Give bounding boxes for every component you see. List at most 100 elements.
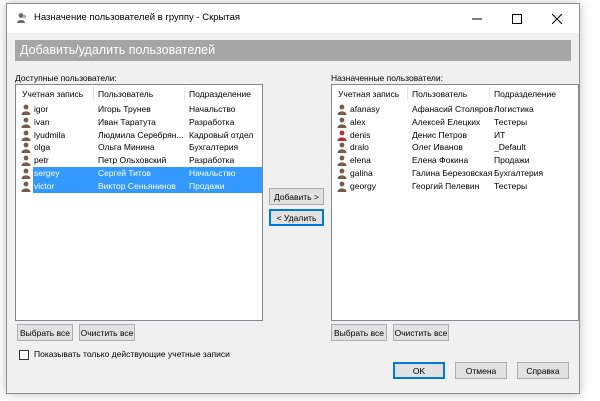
cell-user: Игорь Трунев — [98, 104, 151, 114]
table-row[interactable]: dralo Олег Иванов _Default — [332, 141, 578, 154]
cell-dept: Продажи — [494, 155, 530, 166]
column-header-user[interactable]: Пользователь — [412, 89, 467, 99]
table-row[interactable]: denis Денис Петров ИТ — [332, 129, 578, 142]
assigned-select-all-button[interactable]: Выбрать все — [331, 324, 387, 341]
close-button[interactable] — [537, 4, 577, 33]
close-icon — [552, 13, 562, 24]
minimize-icon — [472, 18, 482, 19]
dialog-window: Назначение пользователей в группу - Скры… — [6, 3, 580, 394]
cell-user: Георгий Пелевин — [412, 180, 480, 191]
table-row[interactable]: lyudmila Людмила Серебрян... Кадровый отде… — [16, 129, 262, 142]
table-row[interactable]: igor Игорь Трунев Начальство — [16, 103, 262, 116]
cell-dept: Кадровый отдел — [189, 129, 254, 140]
user-icon — [337, 117, 347, 128]
cell-account: lyudmila — [34, 129, 66, 140]
user-icon — [337, 142, 347, 154]
help-button[interactable]: Справка — [517, 362, 569, 379]
column-divider[interactable] — [489, 87, 490, 100]
cell-dept: Тестеры — [494, 180, 528, 191]
column-header-account[interactable]: Учетная запись — [338, 89, 399, 99]
cell-user: Людмила Серебрян... — [98, 129, 184, 140]
ok-button[interactable]: OK — [393, 362, 445, 379]
available-rows: igor Игорь Трунев Начальство ivan Иван Тарат… — [16, 103, 262, 193]
cell-dept: Бухгалтерия — [189, 142, 239, 153]
user-icon — [337, 168, 347, 179]
cell-user: Афанасий Столяров — [412, 104, 494, 114]
cell-user: Сергей Титов — [98, 167, 151, 178]
assigned-users-label: Назначенные пользователи: — [331, 73, 443, 83]
table-row[interactable]: georgy Георгий Пелевин Тестеры — [332, 180, 578, 193]
cell-account: elena — [350, 155, 371, 166]
column-header-department[interactable]: Подразделение — [189, 89, 251, 99]
cell-user: Иван Таратута — [98, 116, 156, 127]
column-divider[interactable] — [93, 87, 94, 100]
assigned-users-list[interactable]: Учетная запись Пользователь Подразделени… — [331, 84, 579, 321]
remove-button[interactable]: < Удалить — [269, 209, 324, 226]
banner-title: Добавить/удалить пользователей — [20, 43, 216, 57]
available-users-label: Доступные пользователи: — [15, 73, 117, 83]
column-divider[interactable] — [407, 87, 408, 100]
table-row[interactable]: olga Ольга Минина Бухгалтерия — [16, 141, 262, 154]
cell-user: Галина Березовская — [412, 167, 493, 178]
cell-user: Олег Иванов — [412, 142, 463, 153]
user-icon — [21, 130, 31, 141]
cell-dept: Начальство — [189, 167, 236, 178]
user-icon — [21, 142, 31, 154]
table-row[interactable]: sergey Сергей Титов Начальство — [16, 166, 262, 180]
table-row[interactable]: victor Виктор Сеньянинов Продажи — [16, 179, 262, 193]
cell-account: olga — [34, 142, 51, 153]
cell-dept: _Default — [494, 142, 526, 153]
maximize-icon — [512, 13, 522, 24]
cell-user: Денис Петров — [412, 129, 467, 140]
cell-account: igor — [34, 104, 49, 114]
cell-user: Елена Фокина — [412, 155, 469, 166]
cell-account: victor — [34, 180, 55, 191]
column-divider[interactable] — [184, 87, 185, 100]
cell-dept: Продажи — [189, 180, 225, 191]
table-row[interactable]: galina Галина Березовская Бухгалтерия — [332, 167, 578, 180]
active-only-checkbox[interactable] — [19, 350, 29, 360]
cell-user: Виктор Сеньянинов — [98, 180, 176, 191]
table-row[interactable]: petr Петр Ольховский Разработка — [16, 154, 262, 167]
user-icon — [21, 104, 31, 115]
cell-account: sergey — [34, 167, 60, 178]
active-only-label[interactable]: Показывать только действующие учетные за… — [34, 349, 230, 359]
cell-account: afanasy — [350, 104, 380, 114]
available-select-all-button[interactable]: Выбрать все — [17, 324, 73, 341]
cancel-button[interactable]: Отмена — [455, 362, 507, 379]
user-group-icon — [17, 13, 27, 23]
assigned-list-header: Учетная запись Пользователь Подразделени… — [332, 85, 578, 102]
user-icon — [21, 168, 31, 179]
user-icon — [337, 104, 347, 115]
minimize-button[interactable] — [457, 4, 497, 33]
cell-account: georgy — [350, 180, 376, 191]
table-row[interactable]: ivan Иван Таратута Разработка — [16, 116, 262, 129]
table-row[interactable]: elena Елена Фокина Продажи — [332, 154, 578, 167]
user-icon — [21, 181, 31, 192]
title-bar[interactable]: Назначение пользователей в группу - Скры… — [7, 4, 579, 33]
cell-account: alex — [350, 116, 366, 127]
table-row[interactable]: alex Алексей Елецких Тестеры — [332, 116, 578, 129]
user-icon — [21, 155, 31, 167]
cell-user: Ольга Минина — [98, 142, 155, 153]
cell-dept: ИТ — [494, 129, 506, 140]
assigned-clear-all-button[interactable]: Очистить все — [393, 324, 449, 341]
user-icon — [337, 181, 347, 192]
column-header-account[interactable]: Учетная запись — [22, 89, 83, 99]
maximize-button[interactable] — [497, 4, 537, 33]
cell-dept: Бухгалтерия — [494, 167, 544, 178]
column-header-user[interactable]: Пользователь — [98, 89, 153, 99]
add-button[interactable]: Добавить > — [269, 188, 324, 205]
cell-dept: Начальство — [189, 104, 236, 114]
available-users-list[interactable]: Учетная запись Пользователь Подразделени… — [15, 84, 263, 321]
available-clear-all-button[interactable]: Очистить все — [79, 324, 135, 341]
user-icon — [337, 130, 347, 141]
window-title: Назначение пользователей в группу - Скры… — [34, 12, 241, 23]
table-row[interactable]: afanasy Афанасий Столяров Логистика — [332, 103, 578, 116]
cell-account: galina — [350, 167, 373, 178]
assigned-rows: afanasy Афанасий Столяров Логистика alex Але… — [332, 103, 578, 193]
section-banner: Добавить/удалить пользователей — [15, 40, 571, 61]
column-header-department[interactable]: Подразделение — [494, 89, 556, 99]
user-icon — [21, 117, 31, 128]
available-list-header: Учетная запись Пользователь Подразделени… — [16, 85, 262, 102]
